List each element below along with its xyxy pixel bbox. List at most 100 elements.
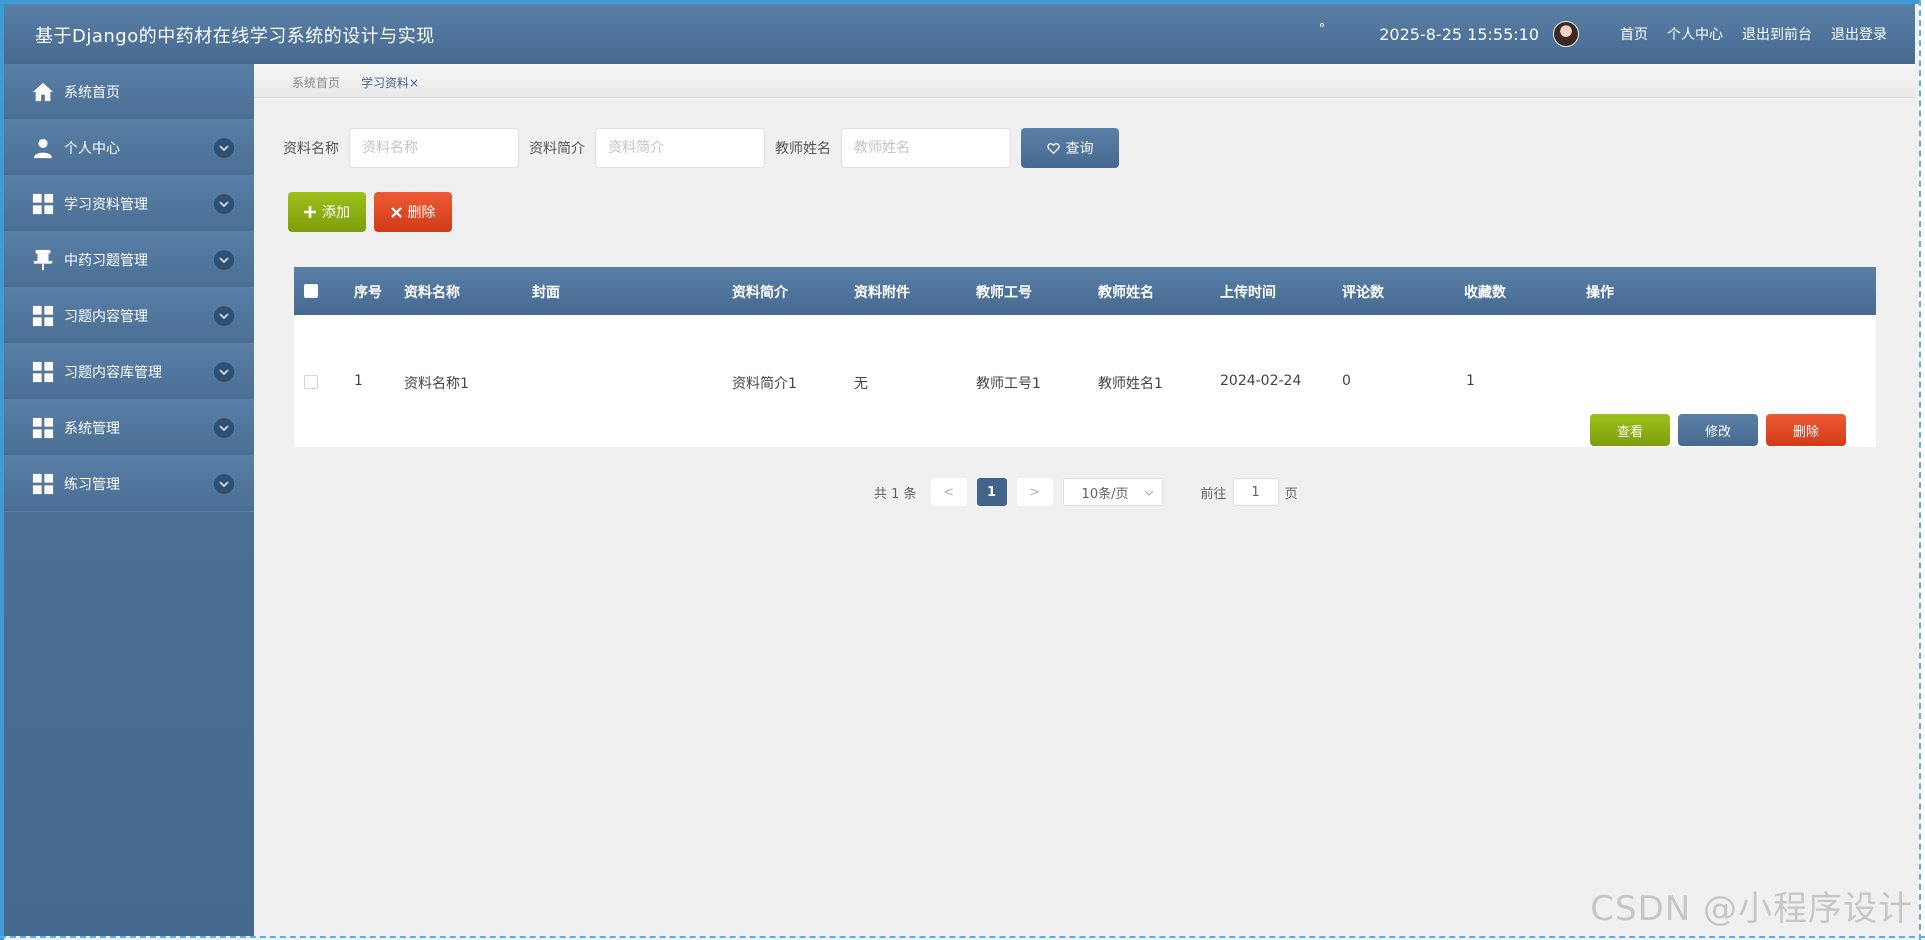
grid-icon (32, 305, 54, 326)
sidebar-item-exercise-bank[interactable]: 习题内容库管理 (4, 344, 254, 400)
delete-row-button[interactable]: 删除 (1766, 414, 1846, 446)
chevron-down-icon[interactable] (214, 305, 234, 326)
grid-icon (32, 417, 54, 438)
person-icon (33, 138, 53, 158)
chevron-down-icon[interactable] (214, 417, 234, 438)
col-teacher-name[interactable]: 教师姓名 (1098, 282, 1154, 302)
window-frame-right (1919, 0, 1925, 940)
top-header: 基于Django的中药材在线学习系统的设计与实现 ° 2025-8-25 15:… (4, 4, 1915, 64)
col-cover[interactable]: 封面 (532, 282, 560, 302)
sidebar-item-label: 习题内容库管理 (64, 364, 162, 381)
cell-favorites: 1 (1466, 373, 1475, 389)
cell-teacher-name: 教师姓名1 (1098, 376, 1163, 392)
breadcrumb-home[interactable]: 系统首页 (292, 74, 340, 91)
datetime: 2025-8-25 15:55:10 (1379, 24, 1539, 44)
page-size-select[interactable]: 10条/页 (1062, 478, 1163, 506)
col-favorites[interactable]: 收藏数 (1464, 282, 1506, 302)
col-name[interactable]: 资料名称 (404, 282, 460, 302)
sidebar-item-label: 练习管理 (64, 476, 120, 493)
sidebar-item-personal-center[interactable]: 个人中心 (4, 120, 254, 176)
pin-icon (33, 249, 53, 270)
cell-comments: 0 (1342, 373, 1351, 389)
search-bar: 资料名称 资料简介 教师姓名 查询 (283, 128, 1119, 168)
watermark: CSDN @小程序设计 (1590, 889, 1913, 929)
chevron-down-icon[interactable] (214, 249, 234, 270)
page-suffix: 页 (1284, 486, 1298, 502)
col-actions: 操作 (1586, 285, 1614, 301)
avatar[interactable] (1553, 21, 1579, 47)
view-button[interactable]: 查看 (1590, 414, 1670, 446)
col-intro[interactable]: 资料简介 (732, 282, 788, 302)
page-1-button[interactable]: 1 (976, 478, 1007, 506)
prev-page-button[interactable]: < (930, 478, 967, 506)
goto-label: 前往 (1200, 486, 1227, 502)
link-personal-center[interactable]: 个人中心 (1667, 24, 1723, 44)
chevron-down-icon[interactable] (214, 137, 234, 158)
chevron-down-icon[interactable] (214, 473, 234, 494)
close-icon[interactable]: × (409, 76, 419, 90)
material-name-input[interactable] (349, 128, 519, 168)
chevron-down-icon[interactable] (214, 193, 234, 214)
table-header: 序号 资料名称 封面 资料简介 资料附件 教师工号 教师姓名 上传时间 评论数 … (294, 267, 1876, 315)
cell-upload-time: 2024-02-24 (1220, 373, 1302, 389)
grid-icon (32, 473, 54, 494)
app-title: 基于Django的中药材在线学习系统的设计与实现 (35, 26, 435, 47)
table-row: 1 资料名称1 资料简介1 无 教师工号1 教师姓名1 2024-02-24 0… (294, 315, 1876, 447)
link-home[interactable]: 首页 (1620, 24, 1648, 44)
link-logout[interactable]: 退出登录 (1831, 24, 1887, 44)
sidebar: 系统首页 个人中心 学习资料管理 中药习题管理 习题内容管理 习题内容库管理 系… (4, 64, 254, 936)
window-frame-bottom (0, 936, 1925, 940)
add-button[interactable]: 添加 (288, 192, 366, 232)
sidebar-item-study-material[interactable]: 学习资料管理 (4, 176, 254, 232)
sidebar-item-practice[interactable]: 练习管理 (4, 456, 254, 512)
breadcrumb-current[interactable]: 学习资料× (361, 74, 419, 91)
grid-icon (32, 193, 54, 214)
sidebar-item-label: 个人中心 (64, 140, 120, 157)
material-intro-input[interactable] (595, 128, 765, 168)
next-page-button[interactable]: > (1016, 478, 1053, 506)
sidebar-item-label: 习题内容管理 (64, 308, 148, 325)
sidebar-item-exercise-content[interactable]: 习题内容管理 (4, 288, 254, 344)
material-intro-label: 资料简介 (529, 141, 585, 157)
breadcrumb-current-label: 学习资料 (361, 76, 410, 90)
grid-icon (32, 361, 54, 382)
sidebar-item-label: 中药习题管理 (64, 252, 148, 269)
pagination: 共 1 条 < 1 > 10条/页 前往 页 (874, 478, 1298, 506)
chevron-down-icon[interactable] (214, 361, 234, 382)
col-attachment[interactable]: 资料附件 (854, 282, 910, 302)
delete-button-label: 删除 (407, 205, 436, 221)
add-button-label: 添加 (322, 205, 350, 221)
chevron-down-icon (1144, 490, 1153, 496)
sidebar-item-label: 系统首页 (64, 84, 120, 101)
row-checkbox[interactable] (304, 375, 318, 389)
link-exit-to-front[interactable]: 退出到前台 (1742, 24, 1812, 44)
select-all-checkbox[interactable] (304, 284, 318, 298)
breadcrumb: 系统首页 学习资料× (254, 64, 1915, 98)
goto-page-input[interactable] (1232, 478, 1279, 506)
col-upload-time[interactable]: 上传时间 (1220, 282, 1276, 302)
col-comments[interactable]: 评论数 (1342, 282, 1384, 302)
sidebar-item-exercise[interactable]: 中药习题管理 (4, 232, 254, 288)
teacher-name-input[interactable] (841, 128, 1011, 168)
home-icon (32, 82, 54, 101)
col-teacher-id[interactable]: 教师工号 (976, 282, 1032, 302)
heart-icon (1046, 142, 1060, 154)
page-size-value: 10条/页 (1081, 486, 1129, 502)
sidebar-item-label: 系统管理 (64, 420, 120, 437)
material-name-label: 资料名称 (283, 141, 339, 157)
cell-attachment: 无 (854, 376, 868, 392)
close-icon (390, 206, 402, 218)
sidebar-item-home[interactable]: 系统首页 (4, 64, 254, 120)
query-button[interactable]: 查询 (1021, 128, 1119, 168)
query-button-label: 查询 (1065, 141, 1094, 157)
materials-table: 序号 资料名称 封面 资料简介 资料附件 教师工号 教师姓名 上传时间 评论数 … (294, 267, 1876, 447)
degree-indicator: ° (1318, 21, 1326, 37)
cell-index: 1 (354, 373, 363, 389)
total-count: 共 1 条 (874, 486, 917, 502)
plus-icon (304, 206, 316, 218)
batch-delete-button[interactable]: 删除 (374, 192, 452, 232)
col-index[interactable]: 序号 (354, 282, 382, 302)
edit-button[interactable]: 修改 (1678, 414, 1758, 446)
sidebar-item-system[interactable]: 系统管理 (4, 400, 254, 456)
teacher-name-label: 教师姓名 (775, 141, 831, 157)
